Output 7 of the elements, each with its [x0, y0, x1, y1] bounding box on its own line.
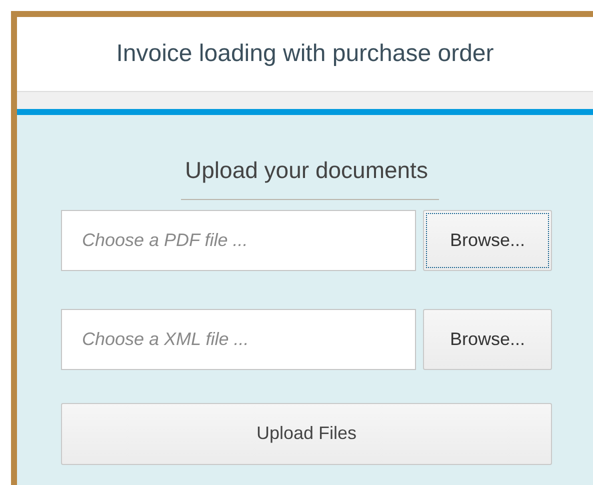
browse-button[interactable]: Browse... — [423, 308, 552, 370]
upload-button[interactable]: Upload Files — [61, 402, 552, 465]
file-path-field[interactable]: Choose a PDF file ... — [61, 210, 416, 271]
file-path-field[interactable]: Choose a XML file ... — [61, 308, 416, 370]
browse-button[interactable]: Browse... — [423, 210, 552, 271]
page-title: Invoice loading with purchase order — [116, 40, 494, 68]
section-heading: Upload your documents — [184, 157, 429, 185]
